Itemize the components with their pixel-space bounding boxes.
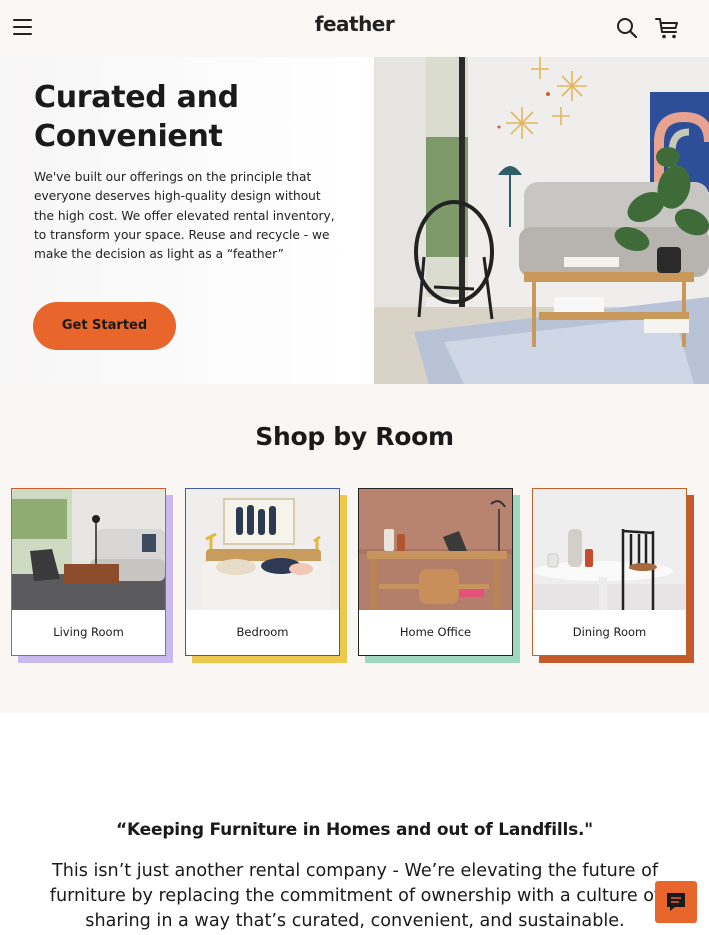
site-header: feather	[0, 0, 709, 57]
room-card-frame: Bedroom	[185, 488, 340, 656]
room-label: Dining Room	[572, 625, 647, 639]
room-card-frame: Dining Room	[532, 488, 687, 656]
search-icon[interactable]	[615, 16, 639, 40]
logo-link[interactable]: feather	[315, 12, 395, 36]
logo: feather	[0, 12, 709, 36]
chat-icon	[667, 893, 685, 911]
room-card-bedroom[interactable]: Bedroom	[185, 488, 347, 663]
hero-title: Curated and Convenient	[34, 80, 239, 154]
hero-description: We've built our offerings on the princip…	[34, 170, 335, 262]
hero-section: Curated and Convenient We've built our o…	[0, 57, 709, 384]
room-card-home-office[interactable]: Home Office	[358, 488, 520, 663]
get-started-button[interactable]: Get Started	[33, 302, 176, 350]
bedroom-image	[186, 489, 339, 610]
room-label: Living Room	[53, 625, 124, 639]
shop-by-room-title: Shop by Room	[255, 422, 454, 451]
mission-section: “Keeping Furniture in Homes and out of L…	[0, 713, 709, 935]
mission-quote: “Keeping Furniture in Homes and out of L…	[116, 820, 593, 840]
room-label: Bedroom	[236, 625, 289, 639]
room-card-dining-room[interactable]: Dining Room	[532, 488, 694, 663]
room-label: Home Office	[399, 625, 472, 639]
room-card-frame: Living Room	[11, 488, 166, 656]
room-card-living-room[interactable]: Living Room	[11, 488, 173, 663]
hero-living-room-image	[374, 57, 709, 384]
room-card-frame: Home Office	[358, 488, 513, 656]
mission-text: This isn’t just another rental company -…	[49, 861, 661, 931]
chat-button[interactable]	[655, 881, 697, 923]
shop-by-room-section: Shop by Room Living Room Bedroom Home Of…	[0, 384, 709, 713]
home-office-image	[359, 489, 512, 610]
dining-room-image	[533, 489, 686, 610]
cart-icon[interactable]	[654, 15, 680, 41]
living-room-image	[12, 489, 165, 610]
